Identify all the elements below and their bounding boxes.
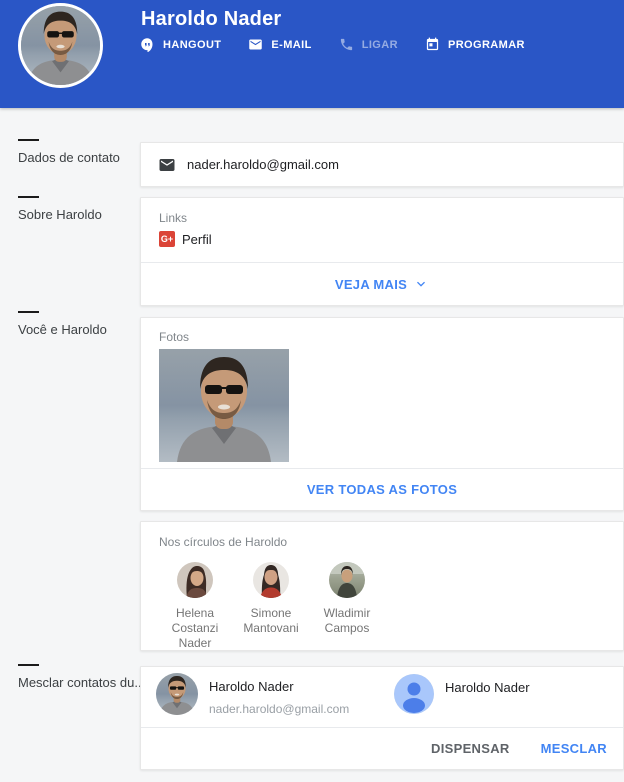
person-name: Simone Mantovani (233, 606, 309, 636)
merge-actions: DISPENSAR MESCLAR (431, 728, 607, 769)
schedule-button[interactable]: PROGRAMAR (425, 37, 525, 52)
person-helena[interactable]: Helena Costanzi Nader (157, 562, 233, 651)
profile-photo (21, 6, 100, 85)
photo-thumbnail[interactable] (159, 349, 289, 462)
schedule-label: PROGRAMAR (448, 39, 525, 51)
person-name: Helena Costanzi Nader (157, 606, 233, 651)
default-avatar (394, 674, 434, 714)
phone-icon (339, 37, 354, 52)
section-dash (18, 311, 39, 313)
contact-name: Haroldo Nader (445, 680, 530, 695)
avatar (329, 562, 365, 598)
avatar-image (253, 562, 289, 598)
merge-card: Haroldo Nader nader.haroldo@gmail.com Ha… (140, 666, 624, 770)
contact-profile-page: Haroldo Nader HANGOUT E-MAIL LIGAR PROGR… (0, 0, 624, 782)
avatar-image (329, 562, 365, 598)
person-wladimir[interactable]: Wladimir Campos (309, 562, 385, 651)
avatar (177, 562, 213, 598)
gplus-icon: G+ (159, 231, 175, 247)
photos-label: Fotos (159, 330, 189, 344)
person-name: Wladimir Campos (309, 606, 385, 636)
email-button[interactable]: E-MAIL (248, 37, 311, 52)
avatar-image (156, 673, 198, 715)
email-label: E-MAIL (271, 39, 311, 51)
hangout-label: HANGOUT (163, 39, 221, 51)
circles-people: Helena Costanzi Nader Simone Mantovani W… (157, 562, 385, 651)
envelope-icon (158, 156, 176, 174)
merge-contact-1[interactable]: Haroldo Nader nader.haroldo@gmail.com (156, 673, 349, 716)
circles-card: Nos círculos de Haroldo Helena Costanzi … (140, 521, 624, 651)
section-dash (18, 196, 39, 198)
avatar (156, 673, 198, 715)
dismiss-button[interactable]: DISPENSAR (431, 741, 510, 756)
person-silhouette-icon (394, 674, 434, 714)
calendar-icon (425, 37, 440, 52)
merge-button[interactable]: MESCLAR (541, 741, 607, 756)
gplus-profile-link[interactable]: G+ Perfil (159, 231, 212, 247)
contact-info-card: nader.haroldo@gmail.com (140, 142, 624, 187)
contact-name: Haroldo Nader (209, 679, 349, 694)
section-dash (18, 139, 39, 141)
call-button: LIGAR (339, 37, 398, 52)
photo-image (159, 349, 289, 462)
header-actions: HANGOUT E-MAIL LIGAR PROGRAMAR (140, 37, 552, 52)
circles-title: Nos círculos de Haroldo (159, 535, 287, 549)
photos-card: Fotos VER TODAS AS FOTOS (140, 317, 624, 511)
see-all-photos-button[interactable]: VER TODAS AS FOTOS (141, 469, 623, 510)
see-more-button[interactable]: VEJA MAIS (141, 263, 623, 305)
section-label-merge: Mesclar contatos du... (18, 664, 145, 690)
contact-email: nader.haroldo@gmail.com (209, 702, 349, 716)
about-card: Links G+ Perfil VEJA MAIS (140, 197, 624, 306)
hangout-button[interactable]: HANGOUT (140, 37, 221, 52)
section-label-you: Você e Haroldo (18, 311, 107, 337)
avatar (253, 562, 289, 598)
section-dash (18, 664, 39, 666)
hangout-icon (140, 37, 155, 52)
profile-header: Haroldo Nader HANGOUT E-MAIL LIGAR PROGR… (0, 0, 624, 108)
avatar-image (177, 562, 213, 598)
links-label: Links (159, 211, 187, 225)
link-label: Perfil (182, 232, 212, 247)
profile-avatar[interactable] (18, 3, 103, 88)
person-simone[interactable]: Simone Mantovani (233, 562, 309, 651)
merge-contact-2[interactable]: Haroldo Nader (394, 674, 530, 714)
section-label-about: Sobre Haroldo (18, 196, 102, 222)
contact-email[interactable]: nader.haroldo@gmail.com (187, 157, 339, 172)
email-icon (248, 37, 263, 52)
call-label: LIGAR (362, 39, 398, 51)
section-label-contact: Dados de contato (18, 139, 120, 165)
page-title: Haroldo Nader (141, 8, 281, 31)
chevron-down-icon (413, 276, 429, 292)
